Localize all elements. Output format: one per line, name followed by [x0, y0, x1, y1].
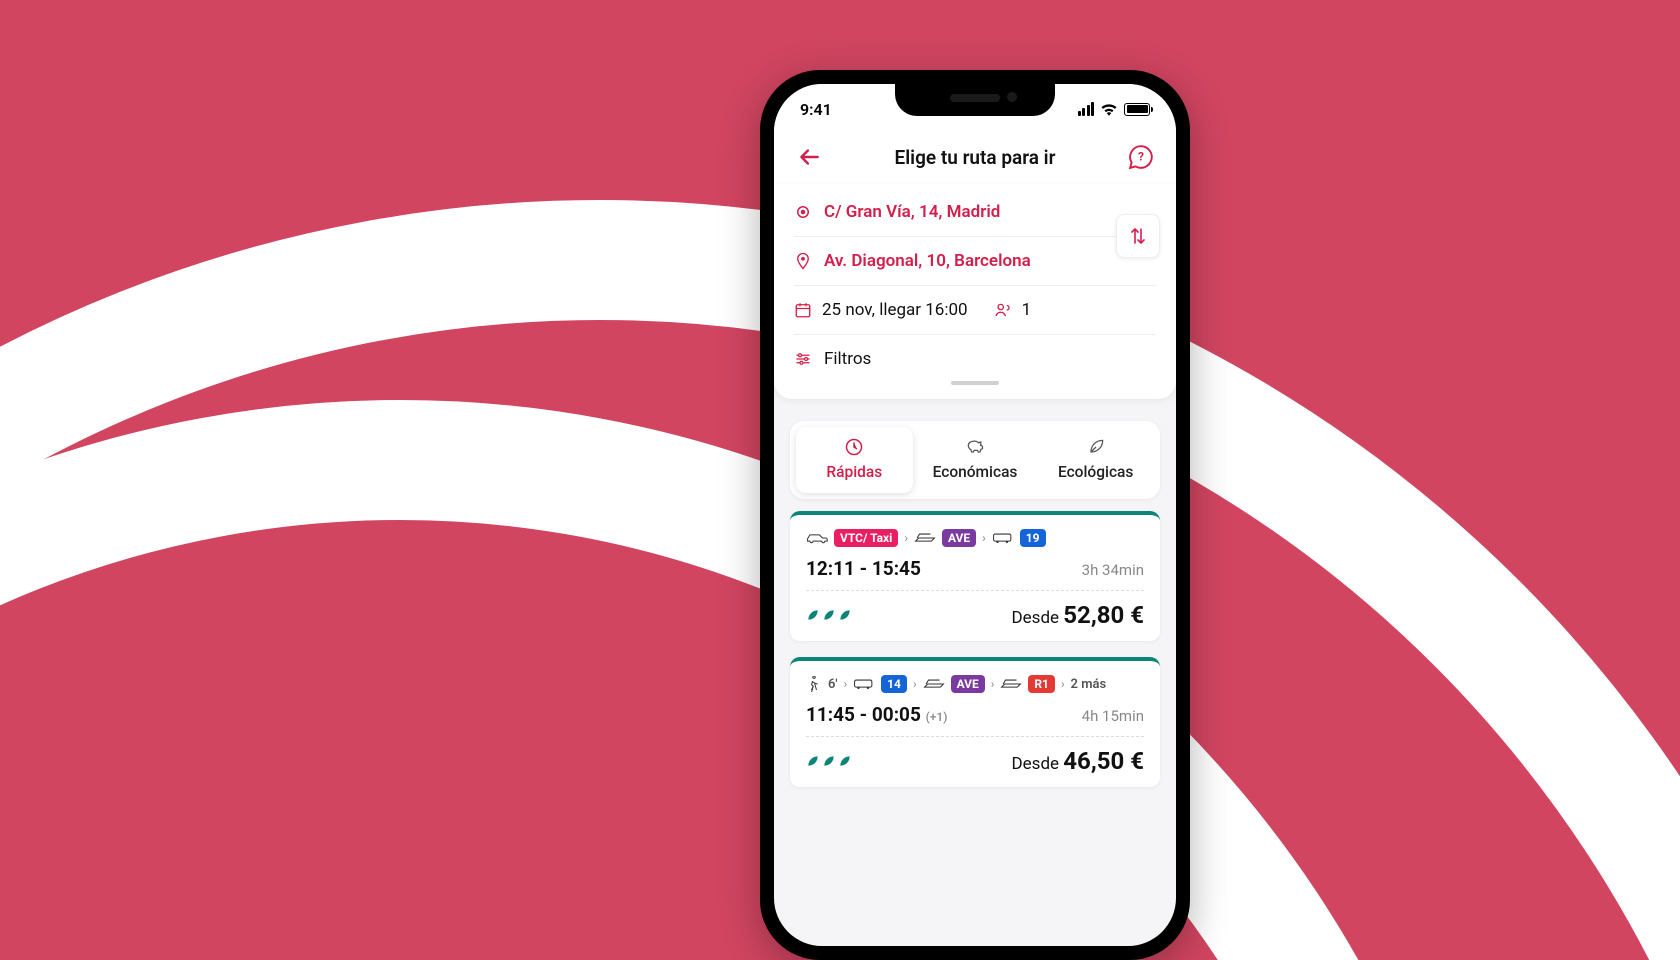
car-icon: [806, 531, 828, 545]
day-offset: (+1): [926, 710, 948, 724]
chevron-right-icon: ›: [1061, 677, 1065, 691]
leaf-icon: [838, 754, 852, 768]
leaf-icon: [838, 608, 852, 622]
price-label: Desde: [1012, 608, 1060, 628]
chevron-right-icon: ›: [991, 677, 995, 691]
pin-icon: [794, 252, 812, 270]
clock-icon: [844, 437, 864, 457]
result-card[interactable]: VTC/ Taxi › AVE › 19 12:11 - 15:45 3h 34…: [790, 511, 1160, 641]
help-chat-icon[interactable]: ?: [1128, 144, 1154, 170]
piggy-icon: [965, 437, 985, 457]
departure-arrival-time: 12:11 - 15:45: [806, 557, 921, 580]
back-arrow-icon[interactable]: [796, 144, 822, 170]
passengers-field[interactable]: 1: [994, 300, 1032, 320]
tab-economic[interactable]: Económicas: [917, 427, 1034, 493]
leaf-icon: [806, 754, 820, 768]
duration: 3h 34min: [1082, 561, 1144, 579]
train-icon: [923, 677, 945, 691]
segment-badge: AVE: [942, 529, 976, 547]
leaf-icon: [806, 608, 820, 622]
leaf-icon: [822, 754, 836, 768]
sort-tabs: Rápidas Económicas Ecológicas: [790, 421, 1160, 499]
calendar-icon: [794, 301, 812, 319]
search-card: C/ Gran Vía, 14, Madrid Av. Diagonal, 10…: [774, 184, 1176, 399]
chevron-right-icon: ›: [844, 677, 848, 691]
leaf-icon: [822, 608, 836, 622]
walk-duration: 6': [828, 677, 838, 692]
drag-handle[interactable]: [951, 381, 999, 385]
segment-badge: VTC/ Taxi: [834, 529, 898, 547]
chevron-right-icon: ›: [904, 531, 908, 545]
filters-button[interactable]: Filtros: [794, 335, 1156, 375]
tab-eco[interactable]: Ecológicas: [1037, 427, 1154, 493]
bus-icon: [853, 677, 875, 691]
route-segments: 6' › 14 › AVE › R1 › 2 más: [806, 675, 1144, 693]
filters-label: Filtros: [824, 349, 871, 369]
origin-dot-icon: [794, 203, 812, 221]
bus-icon: [992, 531, 1014, 545]
result-card[interactable]: 6' › 14 › AVE › R1 › 2 más 11:45 - 00:05…: [790, 657, 1160, 787]
price-label: Desde: [1012, 754, 1060, 774]
phone-notch: [895, 84, 1055, 116]
passengers-icon: [994, 301, 1012, 319]
segment-badge: R1: [1028, 675, 1055, 693]
price: Desde 52,80 €: [1012, 601, 1144, 629]
duration: 4h 15min: [1082, 707, 1144, 725]
tab-fast-label: Rápidas: [826, 463, 882, 481]
destination-text: Av. Diagonal, 10, Barcelona: [824, 251, 1031, 271]
walk-icon: [806, 676, 822, 692]
swap-icon: [1129, 226, 1147, 246]
segment-badge: AVE: [951, 675, 985, 693]
signal-icon: [1078, 102, 1095, 116]
segment-badge: 14: [881, 675, 907, 693]
swap-button[interactable]: [1116, 214, 1160, 258]
eco-rating: [806, 608, 852, 622]
app-screen: 9:41 Elige tu ruta para ir ? C/ Gran Vía…: [774, 84, 1176, 946]
results-list: VTC/ Taxi › AVE › 19 12:11 - 15:45 3h 34…: [774, 511, 1176, 787]
tab-fast[interactable]: Rápidas: [796, 427, 913, 493]
route-segments: VTC/ Taxi › AVE › 19: [806, 529, 1144, 547]
app-header: Elige tu ruta para ir ?: [774, 134, 1176, 184]
tab-eco-label: Ecológicas: [1058, 463, 1133, 481]
status-time: 9:41: [800, 100, 832, 119]
divider: [806, 736, 1144, 737]
train-icon: [1000, 677, 1022, 691]
train-icon: [914, 531, 936, 545]
chevron-right-icon: ›: [982, 531, 986, 545]
datetime-text: 25 nov, llegar 16:00: [822, 300, 968, 320]
price-amount: 52,80 €: [1063, 601, 1144, 629]
origin-field[interactable]: C/ Gran Vía, 14, Madrid: [794, 188, 1156, 237]
svg-text:?: ?: [1138, 149, 1144, 163]
filters-icon: [794, 350, 812, 368]
origin-text: C/ Gran Vía, 14, Madrid: [824, 202, 1000, 222]
segment-badge: 19: [1020, 529, 1046, 547]
datetime-field[interactable]: 25 nov, llegar 16:00: [794, 300, 968, 320]
page-title: Elige tu ruta para ir: [895, 146, 1056, 169]
price: Desde 46,50 €: [1012, 747, 1144, 775]
more-segments: 2 más: [1071, 677, 1107, 692]
tab-economic-label: Económicas: [933, 463, 1018, 481]
battery-icon: [1124, 103, 1150, 116]
wifi-icon: [1100, 102, 1118, 116]
leaf-icon: [1086, 437, 1106, 457]
passengers-text: 1: [1022, 300, 1032, 320]
chevron-right-icon: ›: [913, 677, 917, 691]
phone-frame: 9:41 Elige tu ruta para ir ? C/ Gran Vía…: [760, 70, 1190, 960]
price-amount: 46,50 €: [1063, 747, 1144, 775]
destination-field[interactable]: Av. Diagonal, 10, Barcelona: [794, 237, 1156, 286]
divider: [806, 590, 1144, 591]
departure-arrival-time: 11:45 - 00:05 (+1): [806, 703, 947, 726]
eco-rating: [806, 754, 852, 768]
